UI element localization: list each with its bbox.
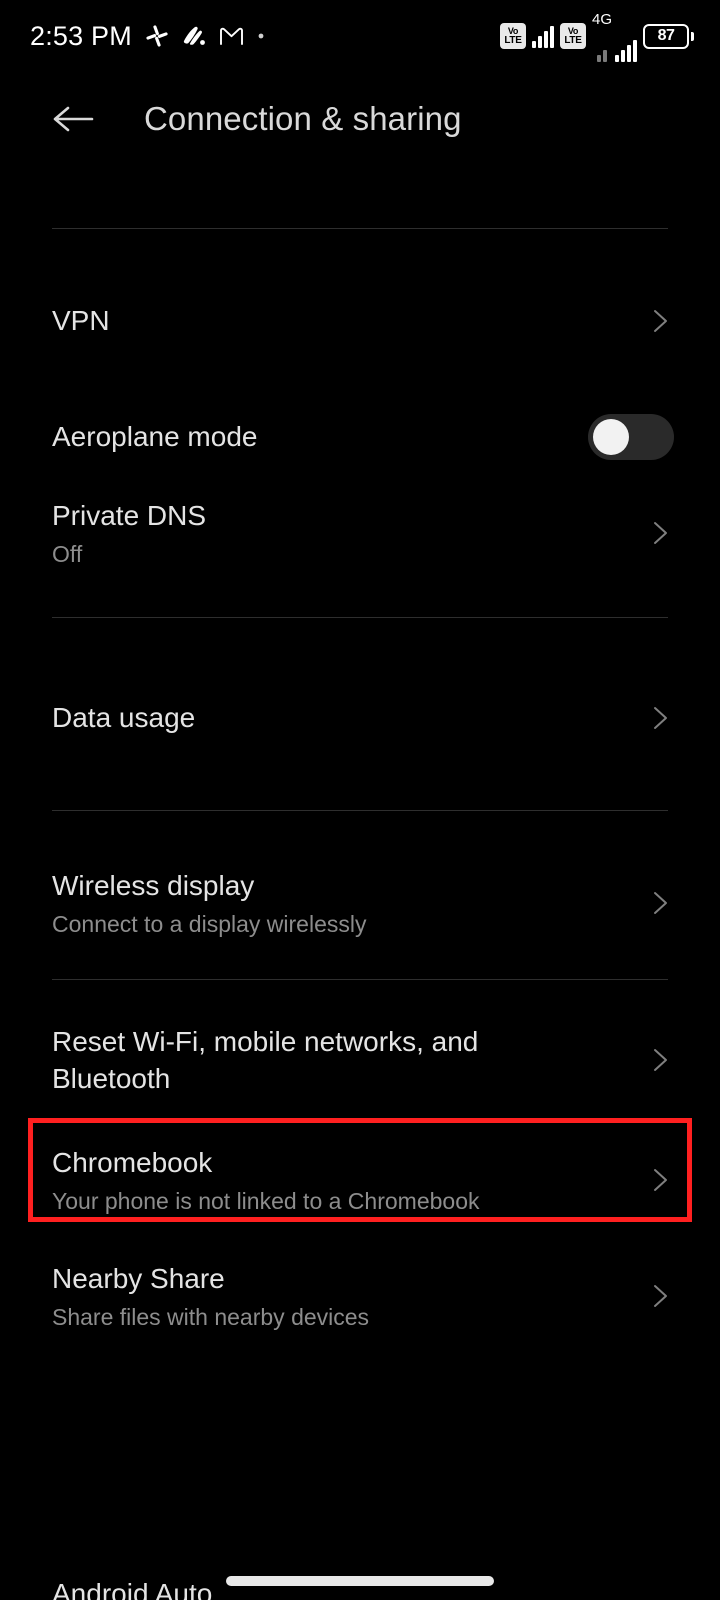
mobile-data-indicator: 4G (592, 11, 637, 62)
signal-bars-sim2 (615, 38, 637, 62)
volte-bottom-label-2: LTE (564, 34, 582, 46)
phone-screen: 2:53 PM Vo LTE Vo LTE 4G 87 Connection &… (0, 0, 720, 1600)
battery-percent-label: 87 (657, 27, 675, 44)
media-app-icon (182, 25, 206, 47)
list-item-title: Wireless display (52, 870, 255, 902)
list-item-wireless-display[interactable]: Wireless display Connect to a display wi… (0, 855, 720, 951)
status-bar-right: Vo LTE Vo LTE 4G 87 (499, 11, 694, 62)
list-item-reset-network[interactable]: Reset Wi-Fi, mobile networks, and Blueto… (0, 1008, 720, 1112)
list-item-private-dns[interactable]: Private DNS Off (0, 485, 720, 581)
volte-badge-sim1: Vo LTE (499, 23, 526, 49)
chevron-right-icon (646, 519, 674, 547)
list-item-title: Private DNS (52, 500, 207, 532)
chevron-right-icon (646, 1166, 674, 1194)
aeroplane-mode-toggle[interactable] (588, 414, 674, 460)
list-item-title: Reset Wi-Fi, mobile networks, and Blueto… (52, 1025, 479, 1094)
data-arrows-icon (596, 38, 607, 62)
chevron-right-icon (646, 1046, 674, 1074)
list-item-android-auto[interactable]: Android Auto (52, 1578, 212, 1600)
list-item-subtitle: Share files with nearby devices (52, 1304, 370, 1331)
toggle-knob (593, 419, 629, 455)
arrow-left-icon (52, 104, 94, 134)
gmail-icon (219, 26, 244, 46)
volte-badge-sim2: Vo LTE (559, 23, 586, 49)
list-item-chromebook[interactable]: Chromebook Your phone is not linked to a… (0, 1132, 720, 1228)
chevron-right-icon (646, 704, 674, 732)
list-item-title: Data usage (52, 702, 196, 734)
list-item-subtitle: Connect to a display wirelessly (52, 911, 367, 938)
status-bar-left: 2:53 PM (30, 21, 265, 52)
status-bar: 2:53 PM Vo LTE Vo LTE 4G 87 (0, 0, 720, 72)
list-item-title: Chromebook (52, 1147, 213, 1179)
page-title: Connection & sharing (144, 100, 462, 137)
chevron-right-icon (646, 1282, 674, 1310)
list-item-nearby-share[interactable]: Nearby Share Share files with nearby dev… (0, 1248, 720, 1344)
settings-list: VPN Aeroplane mode Private DNS Off Data … (0, 160, 720, 1344)
back-button[interactable] (38, 84, 108, 154)
dot-icon (257, 32, 265, 40)
status-bar-clock: 2:53 PM (30, 20, 132, 51)
chevron-right-icon (646, 889, 674, 917)
list-item-subtitle: Off (52, 541, 83, 568)
slack-icon (145, 24, 169, 48)
network-type-label: 4G (591, 10, 612, 28)
list-item-title: VPN (52, 305, 110, 337)
volte-bottom-label: LTE (504, 34, 522, 46)
list-item-aeroplane-mode[interactable]: Aeroplane mode (0, 389, 720, 485)
home-gesture-bar[interactable] (226, 1576, 494, 1586)
app-bar: Connection & sharing (0, 78, 720, 160)
list-item-vpn[interactable]: VPN (0, 273, 720, 369)
chevron-right-icon (646, 307, 674, 335)
signal-bars-sim1 (531, 24, 554, 48)
list-item-subtitle: Your phone is not linked to a Chromebook (52, 1188, 480, 1215)
list-item-data-usage[interactable]: Data usage (0, 670, 720, 766)
battery-icon: 87 (643, 23, 694, 49)
list-item-title: Nearby Share (52, 1263, 225, 1295)
list-item-title: Aeroplane mode (52, 421, 258, 453)
